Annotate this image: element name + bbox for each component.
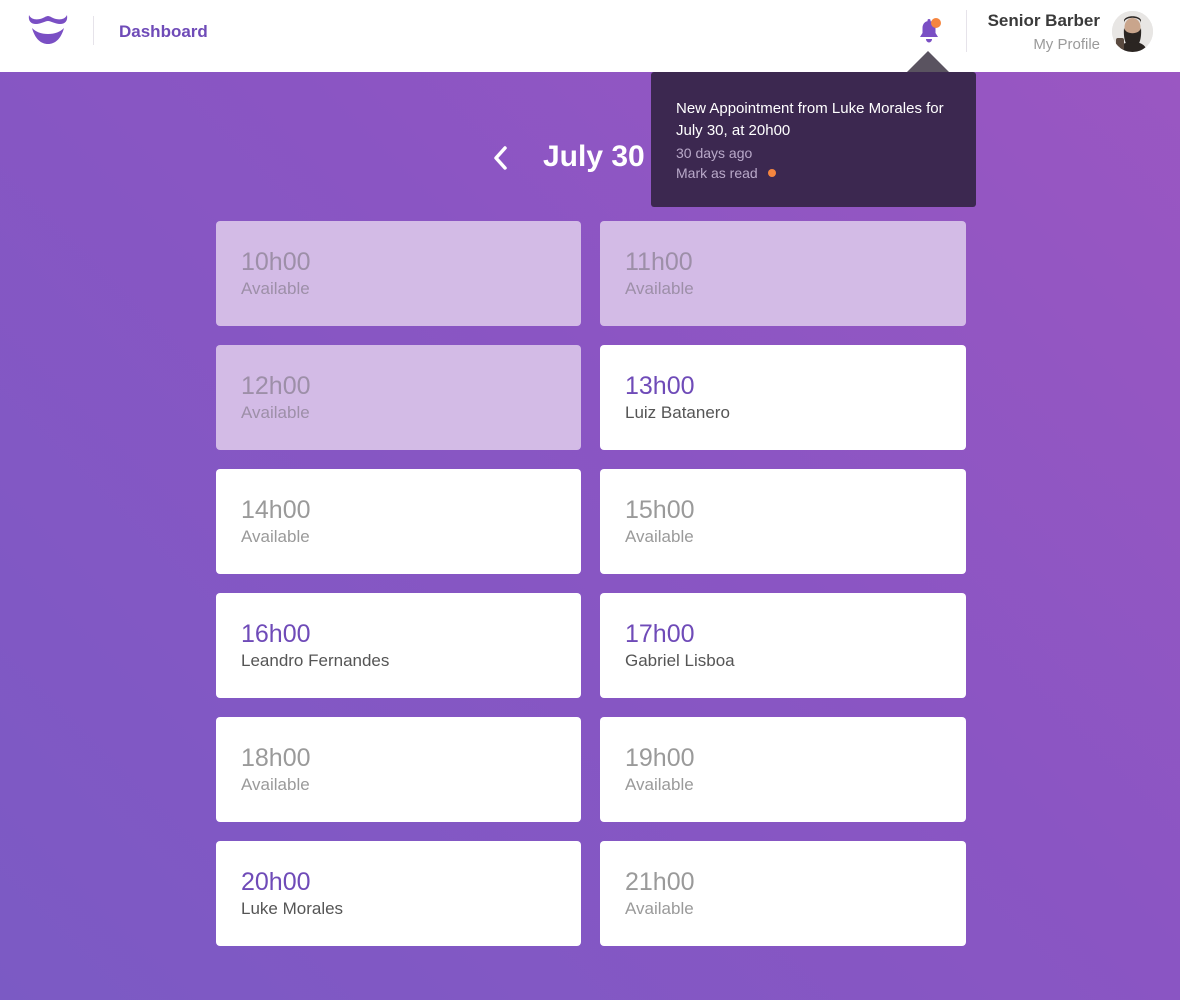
slot-time: 17h00 bbox=[625, 620, 695, 648]
slot-time: 13h00 bbox=[625, 372, 695, 400]
slot-label: Available bbox=[625, 527, 694, 546]
slot-time: 10h00 bbox=[241, 248, 311, 276]
previous-day-chevron-icon[interactable] bbox=[490, 144, 512, 172]
avatar[interactable] bbox=[1112, 11, 1153, 52]
time-slot[interactable]: 14h00 Available bbox=[216, 469, 581, 574]
time-slot[interactable]: 17h00 Gabriel Lisboa bbox=[600, 593, 966, 698]
barber-avatar-icon bbox=[1112, 11, 1153, 52]
time-slot[interactable]: 21h00 Available bbox=[600, 841, 966, 946]
top-navbar: Dashboard Senior Barber My Profile bbox=[0, 0, 1180, 72]
slot-label: Leandro Fernandes bbox=[241, 651, 390, 670]
slot-time: 19h00 bbox=[625, 744, 695, 772]
slot-label: Available bbox=[241, 527, 310, 546]
notification-popover-arrow bbox=[906, 51, 950, 73]
notification-time: 30 days ago bbox=[676, 145, 753, 161]
time-slot-grid: 10h00 Available 11h00 Available 12h00 Av… bbox=[216, 221, 966, 946]
slot-label: Luiz Batanero bbox=[625, 403, 730, 422]
notification-message[interactable]: New Appointment from Luke Morales for Ju… bbox=[676, 98, 956, 142]
slot-time: 18h00 bbox=[241, 744, 311, 772]
my-profile-link[interactable]: My Profile bbox=[1033, 36, 1100, 53]
slot-label: Available bbox=[241, 279, 310, 298]
time-slot[interactable]: 15h00 Available bbox=[600, 469, 966, 574]
slot-label: Available bbox=[241, 403, 310, 422]
mustache-logo-icon[interactable] bbox=[27, 13, 69, 45]
time-slot[interactable]: 16h00 Leandro Fernandes bbox=[216, 593, 581, 698]
mark-as-read-label: Mark as read bbox=[676, 165, 758, 181]
time-slot[interactable]: 13h00 Luiz Batanero bbox=[600, 345, 966, 450]
notification-popover: New Appointment from Luke Morales for Ju… bbox=[651, 72, 976, 207]
header-divider bbox=[93, 16, 94, 45]
slot-label: Available bbox=[625, 775, 694, 794]
slot-label: Luke Morales bbox=[241, 899, 344, 918]
time-slot[interactable]: 19h00 Available bbox=[600, 717, 966, 822]
time-slot[interactable]: 18h00 Available bbox=[216, 717, 581, 822]
nav-dashboard-link[interactable]: Dashboard bbox=[119, 22, 208, 42]
slot-label: Available bbox=[625, 279, 694, 298]
unread-indicator-dot bbox=[931, 18, 941, 28]
slot-time: 14h00 bbox=[241, 496, 311, 524]
slot-label: Gabriel Lisboa bbox=[625, 651, 735, 670]
slot-label: Available bbox=[625, 899, 694, 918]
profile-name: Senior Barber bbox=[987, 11, 1100, 30]
slot-time: 21h00 bbox=[625, 868, 695, 896]
time-slot[interactable]: 20h00 Luke Morales bbox=[216, 841, 581, 946]
time-slot[interactable]: 11h00 Available bbox=[600, 221, 966, 326]
slot-label: Available bbox=[241, 775, 310, 794]
slot-time: 16h00 bbox=[241, 620, 311, 648]
slot-time: 15h00 bbox=[625, 496, 695, 524]
schedule-date-title: July 30 bbox=[543, 140, 645, 173]
mark-as-read-button[interactable]: Mark as read bbox=[676, 165, 776, 181]
header-divider-right bbox=[966, 10, 967, 52]
slot-time: 20h00 bbox=[241, 868, 311, 896]
time-slot[interactable]: 10h00 Available bbox=[216, 221, 581, 326]
slot-time: 12h00 bbox=[241, 372, 311, 400]
unread-dot bbox=[767, 169, 776, 177]
time-slot[interactable]: 12h00 Available bbox=[216, 345, 581, 450]
slot-time: 11h00 bbox=[625, 248, 693, 276]
